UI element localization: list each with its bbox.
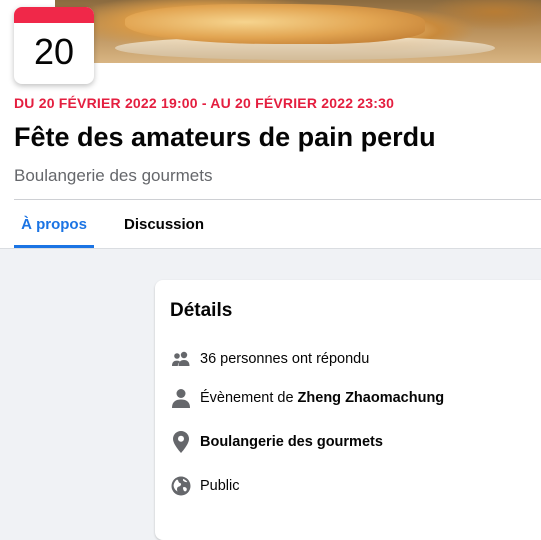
place-link[interactable]: Boulangerie des gourmets bbox=[200, 434, 383, 450]
tab-discussion[interactable]: Discussion bbox=[113, 200, 215, 247]
host-row: Évènement de Zheng Zhaomachung bbox=[170, 386, 444, 410]
responses-row[interactable]: 36 personnes ont répondu bbox=[170, 347, 369, 371]
people-icon bbox=[170, 348, 192, 370]
details-heading: Détails bbox=[170, 300, 233, 321]
globe-icon bbox=[170, 475, 192, 497]
location-pin-icon bbox=[170, 431, 192, 453]
details-card: Détails 36 personnes ont répondu Évèneme… bbox=[155, 280, 541, 540]
cover-french-toast bbox=[125, 4, 425, 44]
event-title: Fête des amateurs de pain perdu bbox=[14, 122, 436, 152]
person-icon bbox=[170, 387, 192, 409]
calendar-header-strip bbox=[14, 7, 94, 23]
privacy-row: Public bbox=[170, 474, 240, 498]
calendar-icon: 20 bbox=[14, 7, 94, 84]
event-date-range: DU 20 FÉVRIER 2022 19:00 - AU 20 FÉVRIER… bbox=[14, 95, 395, 111]
place-row[interactable]: Boulangerie des gourmets bbox=[170, 430, 383, 454]
calendar-day: 20 bbox=[33, 31, 75, 72]
event-location-subtitle[interactable]: Boulangerie des gourmets bbox=[14, 166, 212, 186]
privacy-text: Public bbox=[200, 478, 240, 494]
responses-text: 36 personnes ont répondu bbox=[200, 351, 370, 367]
event-header: 20 DU 20 FÉVRIER 2022 19:00 - AU 20 FÉVR… bbox=[0, 0, 541, 249]
host-name-link[interactable]: Zheng Zhaomachung bbox=[298, 390, 445, 406]
host-prefix: Évènement de bbox=[200, 390, 294, 406]
tab-about[interactable]: À propos bbox=[14, 200, 94, 248]
event-cover-photo[interactable] bbox=[55, 0, 541, 63]
